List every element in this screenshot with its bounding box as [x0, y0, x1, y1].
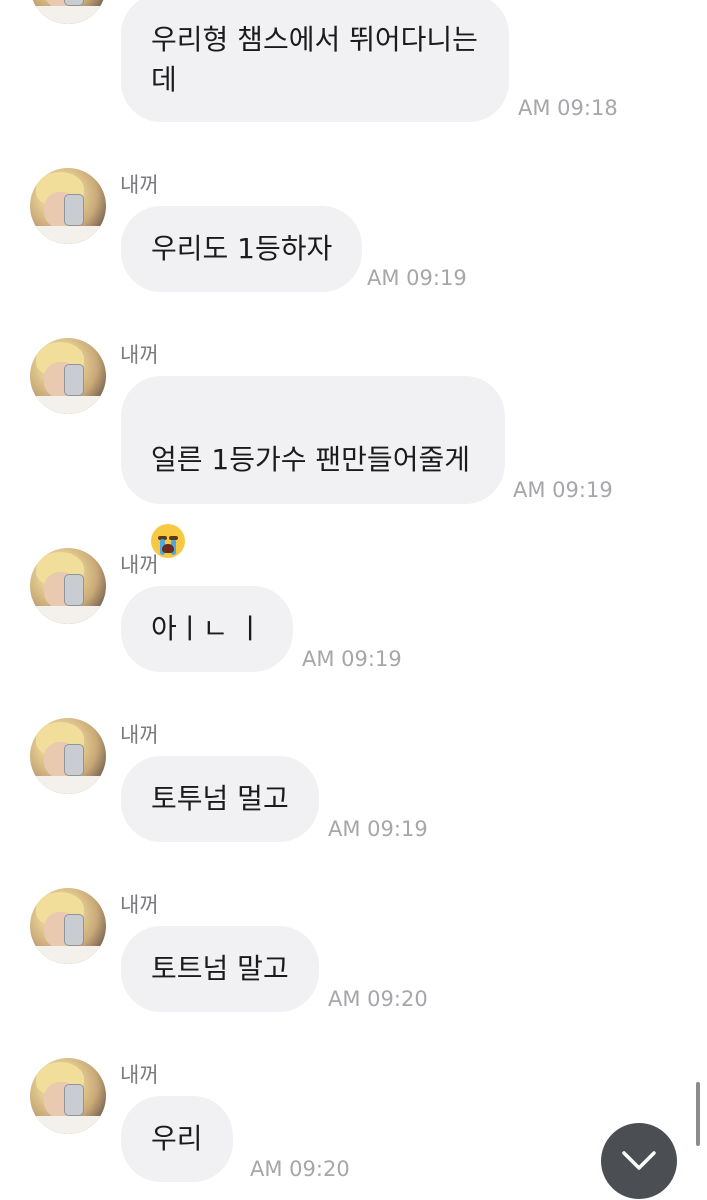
- avatar[interactable]: [30, 548, 106, 624]
- message-bubble[interactable]: 아ㅣㄴ ㅣ: [121, 586, 293, 672]
- message-time: AM 09:20: [250, 1157, 350, 1181]
- scrollbar[interactable]: [696, 1082, 700, 1146]
- message-bubble[interactable]: 토트넘 말고: [121, 926, 319, 1012]
- message-time: AM 09:19: [367, 266, 467, 290]
- sender-name: 내꺼: [120, 893, 159, 917]
- avatar[interactable]: [30, 888, 106, 964]
- message-time: AM 09:18: [518, 96, 618, 120]
- message-text: 얼른 1등가수 팬만들어줄게: [151, 443, 470, 476]
- message-time: AM 09:19: [302, 647, 402, 671]
- sender-name: 내꺼: [120, 173, 159, 197]
- scroll-to-bottom-button[interactable]: [601, 1123, 677, 1199]
- avatar[interactable]: [30, 338, 106, 414]
- message-bubble[interactable]: 우리도 1등하자: [121, 206, 363, 292]
- sender-name: 내꺼: [120, 723, 159, 747]
- message-bubble[interactable]: 우리: [121, 1096, 233, 1182]
- message-bubble[interactable]: 우리형 챔스에서 뛰어다니는 데: [121, 0, 509, 122]
- message-bubble[interactable]: 얼른 1등가수 팬만들어줄게: [121, 376, 505, 558]
- message-time: AM 09:19: [328, 817, 428, 841]
- avatar[interactable]: [30, 168, 106, 244]
- message-time: AM 09:20: [328, 987, 428, 1011]
- sender-name: 내꺼: [120, 343, 159, 367]
- chevron-down-icon: [622, 1151, 656, 1170]
- avatar[interactable]: [30, 1058, 106, 1134]
- message-bubble[interactable]: 토투넘 멀고: [121, 756, 319, 842]
- avatar[interactable]: [30, 718, 106, 794]
- message-time: AM 09:19: [513, 478, 613, 502]
- chat-message-list[interactable]: 우리형 챔스에서 뛰어다니는 데 AM 09:18 내꺼 우리도 1등하자 AM…: [0, 0, 707, 1200]
- avatar[interactable]: [30, 0, 106, 24]
- sender-name: 내꺼: [120, 1063, 159, 1087]
- sender-name: 내꺼: [120, 553, 159, 577]
